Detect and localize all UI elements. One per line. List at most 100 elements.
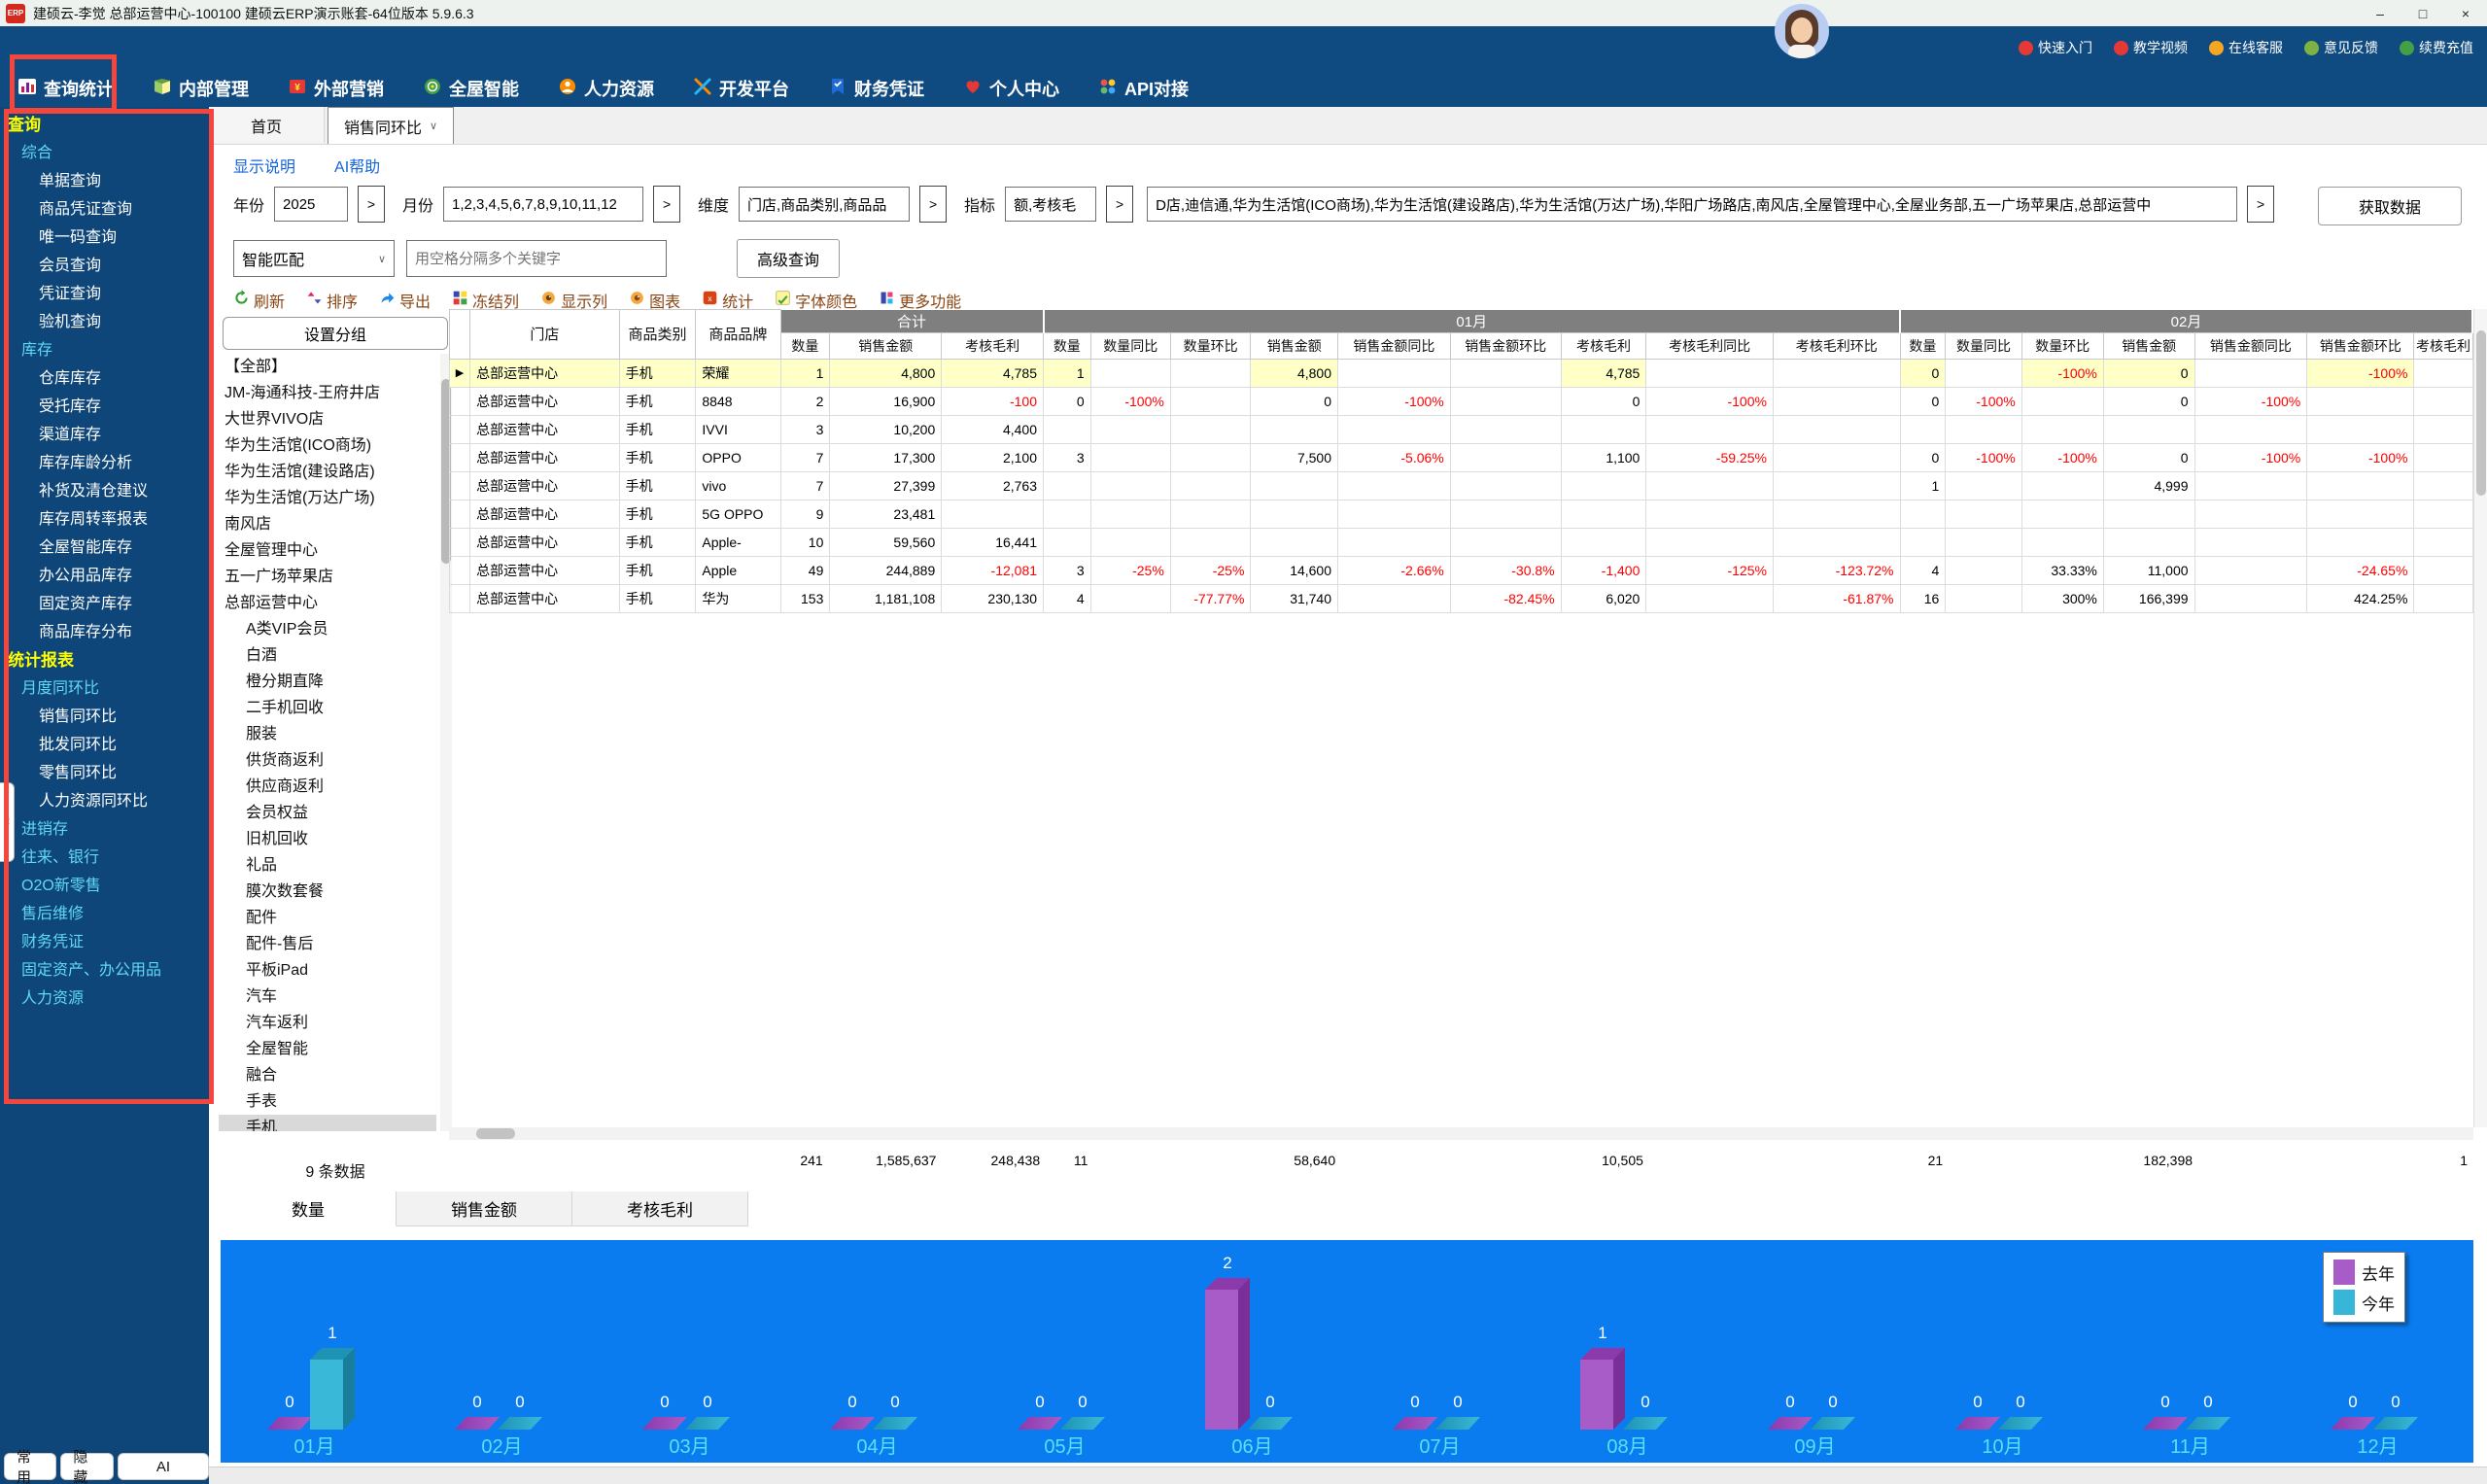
sidebar-footer-button-AI[interactable]: AI (118, 1453, 209, 1480)
tab-sales-report[interactable]: 销售同环比 ∨ (328, 107, 454, 144)
sidebar-item-商品凭证查询[interactable]: 商品凭证查询 (0, 195, 209, 224)
sidebar-item-批发同环比[interactable]: 批发同环比 (0, 731, 209, 759)
sidebar-item-会员查询[interactable]: 会员查询 (0, 252, 209, 280)
group-list-item[interactable]: 配件-售后 (219, 931, 436, 957)
sidebar-item-补货及清仓建议[interactable]: 补货及清仓建议 (0, 477, 209, 505)
group-list-item[interactable]: 供应商返利 (219, 774, 436, 800)
sidebar-item-办公用品库存[interactable]: 办公用品库存 (0, 562, 209, 590)
sidebar-item-库存库龄分析[interactable]: 库存库龄分析 (0, 449, 209, 477)
quick-link-意见反馈[interactable]: 意见反馈 (2304, 38, 2378, 57)
table-row[interactable]: 总部运营中心手机Apple-1059,56016,441 (450, 528, 2473, 556)
group-list-item[interactable]: 汽车 (219, 984, 436, 1010)
sidebar-item-零售同环比[interactable]: 零售同环比 (0, 759, 209, 787)
table-row[interactable]: 总部运营中心手机华为1531,181,108230,1304-77.77%31,… (450, 584, 2473, 612)
chart-tab-数量[interactable]: 数量 (221, 1191, 397, 1226)
column-header-数量[interactable]: 数量 (1900, 332, 1946, 359)
sidebar-item-固定资产、办公用品[interactable]: 固定资产、办公用品 (0, 956, 209, 984)
sidebar-item-往来、银行[interactable]: 往来、银行 (0, 844, 209, 872)
toolbar-刷新[interactable]: 刷新 (233, 289, 285, 312)
menu-item-开发平台[interactable]: 开发平台 (693, 76, 789, 101)
sidebar-item-仓库库存[interactable]: 仓库库存 (0, 364, 209, 393)
sidebar-footer-button-常用[interactable]: 常用 (4, 1453, 56, 1480)
advanced-search-button[interactable]: 高级查询 (737, 239, 840, 278)
group-list-item[interactable]: 五一广场苹果店 (219, 564, 436, 590)
month-input[interactable] (443, 187, 643, 222)
group-list-item[interactable]: 汽车返利 (219, 1010, 436, 1036)
sidebar-item-渠道库存[interactable]: 渠道库存 (0, 421, 209, 449)
group-list-item[interactable]: 膜次数套餐 (219, 879, 436, 905)
menu-item-人力资源[interactable]: 人力资源 (558, 76, 654, 101)
column-header-数量环比[interactable]: 数量环比 (1170, 332, 1251, 359)
group-list-item[interactable]: 旧机回收 (219, 826, 436, 852)
link-AI帮助[interactable]: AI帮助 (334, 154, 380, 177)
table-row[interactable]: 总部运营中心手机OPPO717,3002,10037,500-5.06%1,10… (450, 443, 2473, 471)
column-header-数量同比[interactable]: 数量同比 (1946, 332, 2021, 359)
sidebar-item-人力资源[interactable]: 人力资源 (0, 984, 209, 1013)
table-row[interactable]: 总部运营中心手机5G OPPO923,481 (450, 500, 2473, 528)
column-header-考核毛利同比[interactable]: 考核毛利同比 (1646, 332, 1774, 359)
dimension-more-button[interactable]: > (919, 186, 947, 223)
group-list-item[interactable]: 平板iPad (219, 957, 436, 984)
year-more-button[interactable]: > (358, 186, 385, 223)
link-显示说明[interactable]: 显示说明 (233, 154, 295, 177)
table-row[interactable]: 总部运营中心手机8848216,900-1000-100%0-100%0-100… (450, 387, 2473, 415)
group-list-item[interactable]: 华为生活馆(建设路店) (219, 459, 436, 485)
group-list-item[interactable]: A类VIP会员 (219, 616, 436, 642)
column-header-考核毛利[interactable]: 考核毛利 (2414, 332, 2472, 359)
quick-link-续费充值[interactable]: 续费充值 (2400, 38, 2473, 57)
group-list-item[interactable]: 全屋智能 (219, 1036, 436, 1062)
quick-link-快速入门[interactable]: 快速入门 (2019, 38, 2092, 57)
fetch-data-button[interactable]: 获取数据 (2318, 187, 2462, 225)
sidebar-item-凭证查询[interactable]: 凭证查询 (0, 280, 209, 308)
group-list-item[interactable]: 大世界VIVO店 (219, 406, 436, 432)
sidebar-item-唯一码查询[interactable]: 唯一码查询 (0, 224, 209, 252)
group-list-item[interactable]: 配件 (219, 905, 436, 931)
menu-item-查询统计[interactable]: 查询统计 (17, 76, 114, 101)
scrollbar-thumb[interactable] (2476, 330, 2486, 496)
avatar[interactable] (1775, 4, 1829, 58)
stores-more-button[interactable]: > (2247, 186, 2274, 223)
group-list-item[interactable]: 华为生活馆(万达广场) (219, 485, 436, 511)
column-header-商品品牌[interactable]: 商品品牌 (696, 310, 780, 360)
menu-item-财务凭证[interactable]: 财务凭证 (828, 76, 924, 101)
sidebar-item-O2O新零售[interactable]: O2O新零售 (0, 872, 209, 900)
scrollbar-thumb[interactable] (476, 1128, 515, 1139)
indicator-more-button[interactable]: > (1106, 186, 1133, 223)
sidebar-footer-button-隐藏[interactable]: 隐藏 (60, 1453, 113, 1480)
column-header-销售金额环比[interactable]: 销售金额环比 (2307, 332, 2414, 359)
table-row[interactable]: ▶总部运营中心手机荣耀14,8004,78514,8004,7850-100%0… (450, 359, 2473, 387)
group-list-item[interactable]: 礼品 (219, 852, 436, 879)
minimize-button[interactable]: – (2359, 0, 2401, 26)
sidebar-item-受托库存[interactable]: 受托库存 (0, 393, 209, 421)
match-mode-select[interactable]: 智能匹配 ∨ (233, 240, 395, 277)
vertical-scrollbar[interactable] (2473, 309, 2487, 1127)
group-list-item[interactable]: 供货商返利 (219, 747, 436, 774)
sidebar-collapse-handle[interactable]: < (0, 782, 15, 862)
sidebar-item-固定资产库存[interactable]: 固定资产库存 (0, 590, 209, 618)
sidebar-item-综合[interactable]: 综合 (0, 139, 209, 167)
quick-link-在线客服[interactable]: 在线客服 (2209, 38, 2283, 57)
sidebar-item-验机查询[interactable]: 验机查询 (0, 308, 209, 336)
tab-home[interactable]: 首页 (209, 107, 325, 143)
menu-item-外部营销[interactable]: ¥外部营销 (288, 76, 384, 101)
column-header-数量同比[interactable]: 数量同比 (1090, 332, 1170, 359)
sidebar-item-人力资源同环比[interactable]: 人力资源同环比 (0, 787, 209, 815)
close-button[interactable]: × (2444, 0, 2487, 26)
group-list-item[interactable]: JM-海通科技-王府井店 (219, 380, 436, 406)
column-header-商品类别[interactable]: 商品类别 (619, 310, 696, 360)
sidebar-item-月度同环比[interactable]: 月度同环比 (0, 674, 209, 703)
menu-item-API对接[interactable]: API对接 (1098, 76, 1189, 101)
set-grouping-button[interactable]: 设置分组 (223, 317, 448, 350)
sidebar-item-查询[interactable]: 查询 (0, 111, 209, 139)
column-header-数量[interactable]: 数量 (1044, 332, 1091, 359)
group-list-item[interactable]: 二手机回收 (219, 695, 436, 721)
toolbar-排序[interactable]: 排序 (306, 289, 358, 312)
column-header-数量环比[interactable]: 数量环比 (2021, 332, 2103, 359)
chart-tab-销售金额[interactable]: 销售金额 (397, 1191, 572, 1226)
group-list-item[interactable]: 【全部】 (219, 354, 436, 380)
menu-item-个人中心[interactable]: 个人中心 (963, 76, 1059, 101)
group-list-item[interactable]: 全屋管理中心 (219, 537, 436, 564)
sidebar-item-单据查询[interactable]: 单据查询 (0, 167, 209, 195)
group-list-item[interactable]: 白酒 (219, 642, 436, 669)
column-header-考核毛利[interactable]: 考核毛利 (942, 332, 1044, 359)
